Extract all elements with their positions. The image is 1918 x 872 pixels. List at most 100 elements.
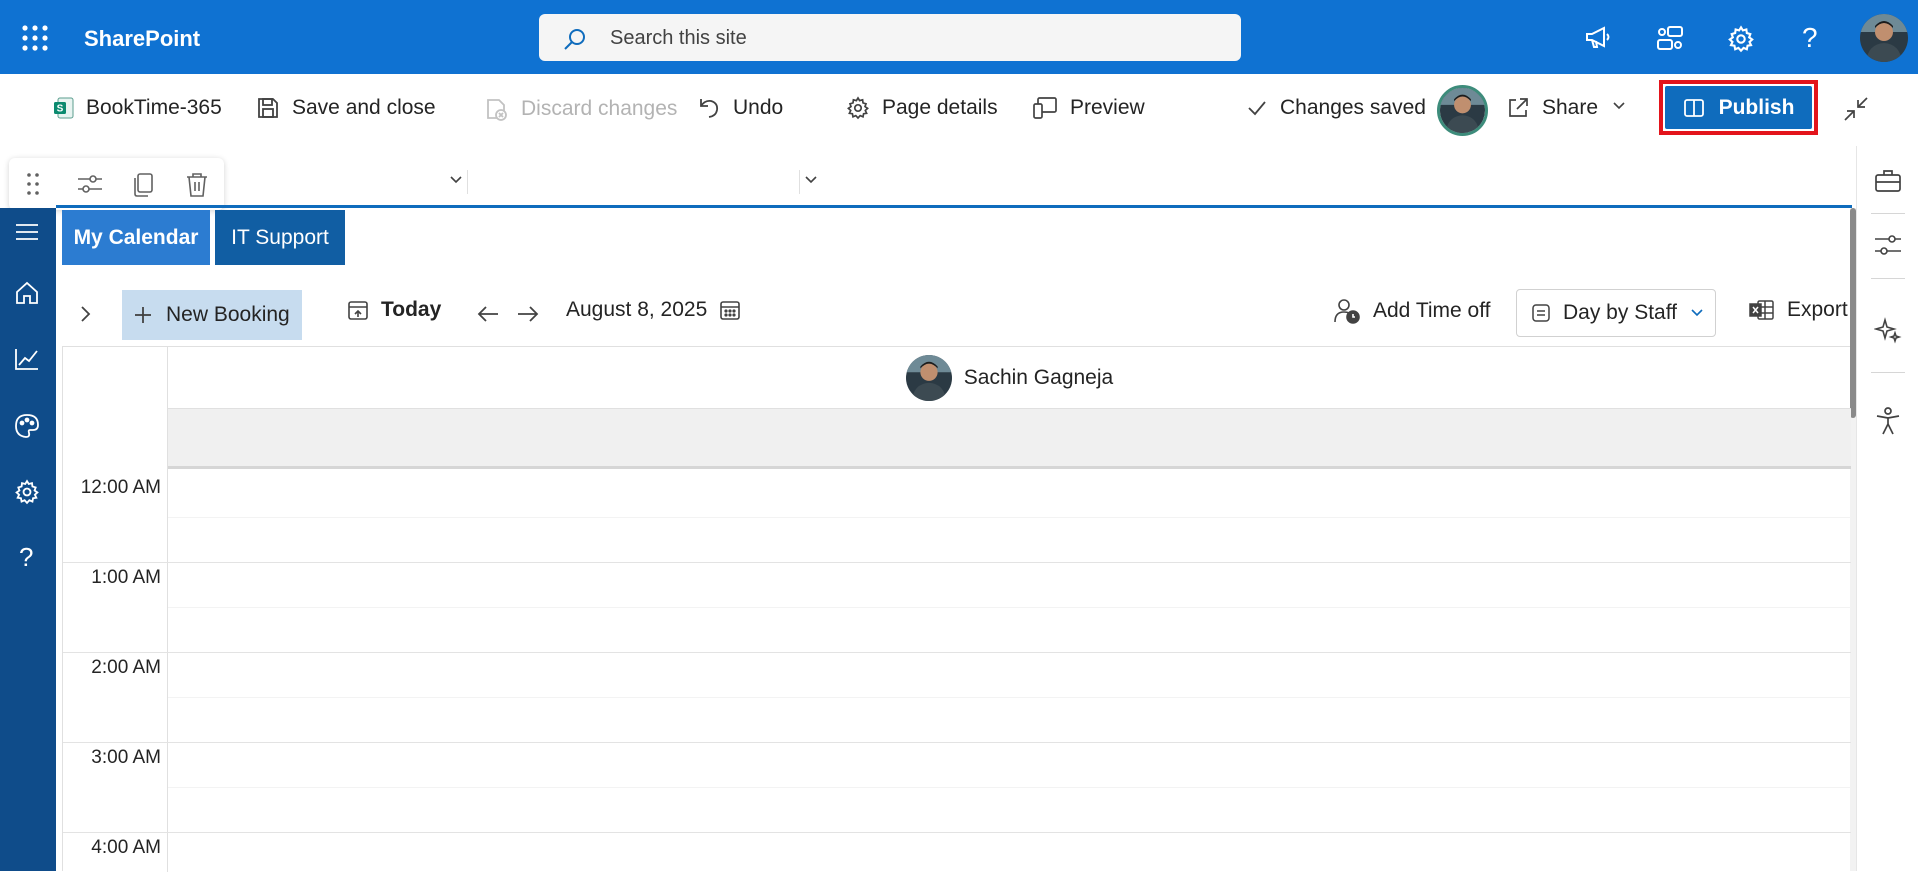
- next-arrow-icon[interactable]: [516, 304, 540, 324]
- webpart-toolbar: [9, 158, 224, 210]
- view-selector-dropdown[interactable]: Day by Staff: [1516, 289, 1716, 337]
- undo-label: Undo: [733, 96, 784, 119]
- view-icon: [1531, 303, 1551, 323]
- analytics-icon[interactable]: [14, 347, 40, 371]
- hour-label: 3:00 AM: [91, 747, 161, 768]
- undo-icon: [697, 96, 721, 120]
- avatar[interactable]: [1437, 85, 1488, 136]
- save-and-close-button[interactable]: Save and close: [256, 96, 436, 120]
- share-chevron-icon[interactable]: [1611, 100, 1627, 112]
- settings-icon[interactable]: [14, 479, 40, 505]
- app-brand[interactable]: SharePoint: [84, 26, 200, 52]
- search-icon: [563, 27, 587, 51]
- save-status: Changes saved: [1246, 96, 1426, 120]
- preview-icon: [1032, 96, 1058, 120]
- divider: [1871, 213, 1905, 214]
- tab-it-support[interactable]: IT Support: [215, 210, 345, 265]
- excel-icon: [1749, 299, 1775, 321]
- right-rail: [1856, 146, 1918, 871]
- divider: [1871, 372, 1905, 373]
- command-bar: S BookTime-365 Save and close Discard ch…: [0, 74, 1918, 194]
- left-nav: ?: [0, 208, 56, 871]
- suite-bar: SharePoint Search this site ?: [0, 0, 1918, 74]
- export-label: Export: [1787, 298, 1848, 321]
- search-box[interactable]: Search this site: [539, 14, 1241, 61]
- home-icon[interactable]: [14, 280, 40, 306]
- save-icon: [256, 96, 280, 120]
- current-date: August 8, 2025: [566, 298, 708, 321]
- today-label: Today: [381, 298, 442, 321]
- avatar: [905, 355, 952, 401]
- help-icon[interactable]: ?: [19, 542, 33, 573]
- publish-highlight: Publish: [1659, 80, 1818, 135]
- publish-button[interactable]: Publish: [1665, 86, 1812, 129]
- palette-icon[interactable]: [14, 413, 40, 439]
- accessibility-icon[interactable]: [1874, 406, 1902, 436]
- undo-button[interactable]: Undo: [697, 96, 783, 120]
- new-booking-button[interactable]: New Booking: [122, 290, 302, 340]
- share-button[interactable]: Share: [1506, 96, 1598, 120]
- hour-line: [63, 652, 1851, 653]
- calendar-grid: 12:00 AM 1:00 AM 2:00 AM 3:00 AM 4:00 AM…: [62, 346, 1851, 872]
- half-hour-line: [168, 517, 1851, 518]
- hour-label: 1:00 AM: [91, 567, 161, 588]
- tab-my-calendar[interactable]: My Calendar: [62, 210, 210, 265]
- today-button[interactable]: Today: [347, 298, 441, 322]
- date-picker[interactable]: August 8, 2025: [566, 298, 741, 322]
- help-icon[interactable]: ?: [1802, 22, 1818, 54]
- hour-line: [63, 742, 1851, 743]
- divider: [467, 170, 468, 194]
- staff-column-header[interactable]: Sachin Gagneja: [168, 347, 1851, 409]
- save-status-label: Changes saved: [1280, 96, 1426, 119]
- expand-chevron-icon[interactable]: [78, 304, 92, 324]
- settings-sliders-icon[interactable]: [1874, 232, 1902, 258]
- megaphone-icon[interactable]: [1584, 25, 1612, 51]
- gear-icon: [846, 96, 870, 120]
- previous-arrow-icon[interactable]: [476, 304, 500, 324]
- export-button[interactable]: Export: [1749, 298, 1848, 322]
- duplicate-icon[interactable]: [132, 172, 154, 198]
- plus-icon: [134, 306, 152, 324]
- edit-properties-icon[interactable]: [77, 172, 103, 196]
- share-label: Share: [1542, 96, 1599, 119]
- page-details-label: Page details: [882, 96, 998, 119]
- collapse-icon[interactable]: [1843, 96, 1869, 122]
- drag-handle-icon[interactable]: [26, 172, 40, 196]
- svg-text:S: S: [57, 104, 64, 115]
- preview-button[interactable]: Preview: [1032, 96, 1145, 120]
- publish-label: Publish: [1718, 95, 1795, 119]
- menu-icon[interactable]: [14, 222, 40, 242]
- page-details-button[interactable]: Page details: [846, 96, 998, 120]
- half-hour-line: [168, 697, 1851, 698]
- checkmark-icon: [1246, 97, 1268, 119]
- connections-icon[interactable]: [1656, 25, 1684, 51]
- save-options-chevron-icon[interactable]: [448, 174, 464, 186]
- staff-name: Sachin Gagneja: [963, 366, 1114, 389]
- app-launcher-icon[interactable]: [22, 25, 48, 51]
- discard-changes-button[interactable]: Discard changes: [485, 96, 677, 122]
- share-icon: [1506, 96, 1530, 120]
- search-placeholder[interactable]: Search this site: [610, 27, 747, 50]
- page-name-item[interactable]: S BookTime-365: [54, 96, 222, 120]
- person-clock-icon: [1333, 298, 1361, 324]
- all-day-row[interactable]: [168, 409, 1851, 469]
- book-open-icon: [1683, 97, 1705, 119]
- section-border: [56, 205, 1852, 208]
- undo-options-chevron-icon[interactable]: [803, 174, 819, 186]
- hour-line: [63, 832, 1851, 833]
- avatar[interactable]: [1860, 14, 1908, 62]
- delete-icon[interactable]: [185, 172, 209, 198]
- divider: [1871, 278, 1905, 279]
- staff-header: Sachin Gagneja: [168, 347, 1851, 409]
- hour-label: 4:00 AM: [91, 837, 161, 858]
- add-time-off-button[interactable]: Add Time off: [1333, 298, 1491, 324]
- toolbox-icon[interactable]: [1874, 168, 1902, 194]
- sparkle-icon[interactable]: [1874, 316, 1902, 344]
- discard-icon: [485, 96, 509, 122]
- half-hour-line: [168, 787, 1851, 788]
- sharepoint-page-icon: S: [54, 97, 74, 119]
- hour-line: [63, 562, 1851, 563]
- gear-icon[interactable]: [1727, 25, 1755, 53]
- discard-changes-label: Discard changes: [521, 97, 678, 120]
- half-hour-line: [168, 607, 1851, 608]
